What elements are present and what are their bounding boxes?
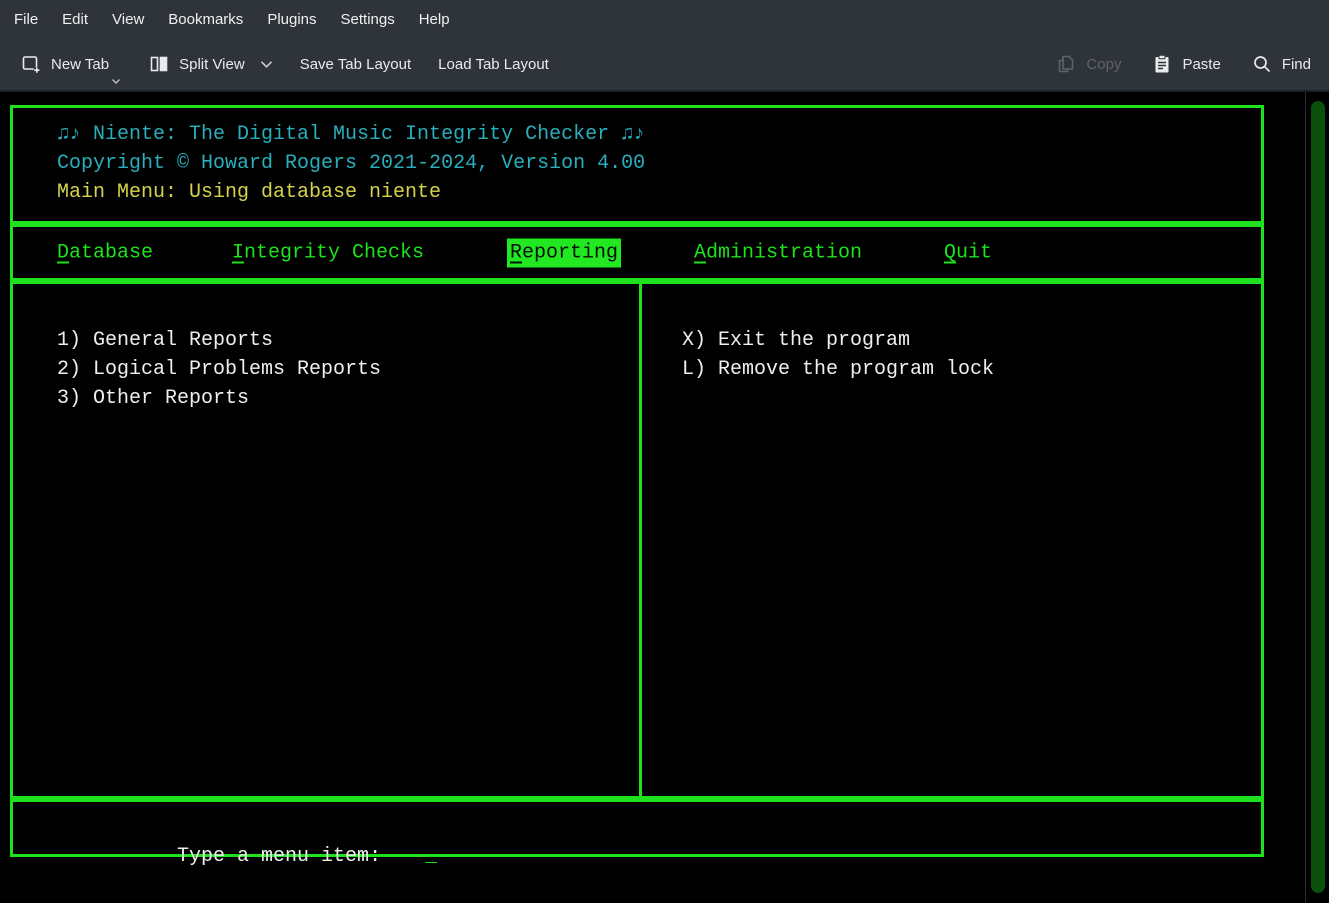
new-tab-label: New Tab	[51, 56, 109, 73]
window-toolbar: New Tab Split View Save Ta	[0, 38, 1329, 92]
new-tab-icon	[20, 53, 42, 75]
split-view-label: Split View	[179, 56, 245, 73]
search-icon	[1251, 53, 1273, 75]
tui-panels-box: 1) General Reports 2) Logical Problems R…	[10, 281, 1264, 799]
menu-help[interactable]: Help	[419, 11, 450, 28]
window-menubar: File Edit View Bookmarks Plugins Setting…	[0, 0, 1329, 38]
submenu-item-other-reports[interactable]: 3) Other Reports	[57, 384, 639, 413]
find-label: Find	[1282, 56, 1311, 73]
menu-file[interactable]: File	[14, 11, 38, 28]
terminal-scrollbar[interactable]	[1305, 92, 1329, 903]
menu-edit[interactable]: Edit	[62, 11, 88, 28]
menu-bookmarks[interactable]: Bookmarks	[168, 11, 243, 28]
action-remove-program-lock[interactable]: L) Remove the program lock	[682, 355, 1261, 384]
global-actions-panel: X) Exit the program L) Remove the progra…	[642, 284, 1261, 796]
copy-icon	[1055, 53, 1077, 75]
submenu-item-logical-problems-reports[interactable]: 2) Logical Problems Reports	[57, 355, 639, 384]
paste-button[interactable]: Paste	[1151, 53, 1220, 75]
menu-view[interactable]: View	[112, 11, 144, 28]
copy-label: Copy	[1086, 56, 1121, 73]
paste-icon	[1151, 53, 1173, 75]
niente-tui: ♫♪ Niente: The Digital Music Integrity C…	[10, 105, 1264, 857]
konsole-window: File Edit View Bookmarks Plugins Setting…	[0, 0, 1329, 903]
tui-prompt-box: Type a menu item:_	[10, 799, 1264, 857]
new-tab-dropdown-icon[interactable]	[111, 78, 121, 85]
action-exit-program[interactable]: X) Exit the program	[682, 326, 1261, 355]
tui-menu-administration[interactable]: Administration	[694, 238, 862, 267]
submenu-item-general-reports[interactable]: 1) General Reports	[57, 326, 639, 355]
prompt-label: Type a menu item:	[177, 845, 381, 868]
menu-settings[interactable]: Settings	[341, 11, 395, 28]
load-tab-layout-label: Load Tab Layout	[438, 56, 549, 73]
tui-menu-bar: Database Integrity Checks Reporting Admi…	[10, 224, 1264, 281]
split-view-icon	[148, 53, 170, 75]
reports-submenu-panel: 1) General Reports 2) Logical Problems R…	[13, 284, 639, 796]
split-view-button[interactable]: Split View	[148, 53, 273, 75]
copy-button[interactable]: Copy	[1055, 53, 1121, 75]
tui-menu-database[interactable]: Database	[57, 238, 153, 267]
tui-menu-reporting[interactable]: Reporting	[507, 238, 621, 267]
text-cursor[interactable]: _	[425, 845, 437, 868]
status-line: Main Menu: Using database niente	[57, 178, 1261, 207]
save-tab-layout-button[interactable]: Save Tab Layout	[300, 56, 411, 73]
tui-menu-integrity-checks[interactable]: Integrity Checks	[232, 238, 424, 267]
find-button[interactable]: Find	[1251, 53, 1311, 75]
copyright-line: Copyright © Howard Rogers 2021-2024, Ver…	[57, 149, 1261, 178]
toolbar-right-group: Copy Paste	[1025, 53, 1311, 75]
tui-menu-quit[interactable]: Quit	[944, 238, 992, 267]
scrollbar-thumb[interactable]	[1311, 101, 1325, 893]
menu-plugins[interactable]: Plugins	[267, 11, 316, 28]
new-tab-button[interactable]: New Tab	[20, 53, 109, 75]
terminal-viewport[interactable]: ♫♪ Niente: The Digital Music Integrity C…	[0, 92, 1329, 903]
app-title: ♫♪ Niente: The Digital Music Integrity C…	[57, 120, 1261, 149]
split-view-dropdown-icon[interactable]	[260, 60, 273, 69]
tui-header-box: ♫♪ Niente: The Digital Music Integrity C…	[10, 105, 1264, 224]
save-tab-layout-label: Save Tab Layout	[300, 56, 411, 73]
paste-label: Paste	[1182, 56, 1220, 73]
load-tab-layout-button[interactable]: Load Tab Layout	[438, 56, 549, 73]
